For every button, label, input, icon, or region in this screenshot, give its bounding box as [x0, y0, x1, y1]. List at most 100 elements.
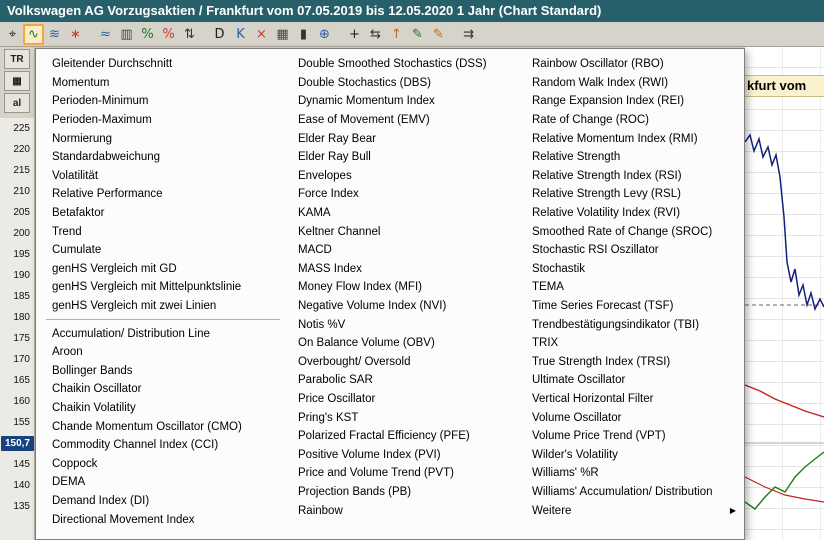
pan-tool-button[interactable]: ⇆: [365, 24, 386, 45]
menu-item[interactable]: MASS Index: [288, 260, 522, 279]
tr-tool-button[interactable]: TR: [4, 49, 30, 69]
menu-item[interactable]: Bollinger Bands: [42, 362, 288, 381]
menu-item[interactable]: Positive Volume Index (PVI): [288, 445, 522, 464]
menu-item[interactable]: Standardabweichung: [42, 148, 288, 167]
menu-item[interactable]: Vertical Horizontal Filter: [522, 390, 744, 409]
menu-item[interactable]: Weitere▶: [522, 501, 744, 520]
draw-trendline-button[interactable]: ✎: [407, 24, 428, 45]
menu-item[interactable]: Keltner Channel: [288, 222, 522, 241]
menu-item[interactable]: Money Flow Index (MFI): [288, 278, 522, 297]
menu-item[interactable]: Stochastic RSI Oszillator: [522, 241, 744, 260]
menu-item[interactable]: Relative Momentum Index (RMI): [522, 129, 744, 148]
menu-item[interactable]: Aroon: [42, 343, 288, 362]
menu-item[interactable]: Price Oscillator: [288, 390, 522, 409]
menu-item[interactable]: Projection Bands (PB): [288, 483, 522, 502]
menu-item[interactable]: Commodity Channel Index (CCI): [42, 436, 288, 455]
menu-item[interactable]: Force Index: [288, 185, 522, 204]
percent-loss-button[interactable]: %: [158, 24, 179, 45]
menu-item[interactable]: Dynamic Momentum Index: [288, 92, 522, 111]
menu-item[interactable]: Envelopes: [288, 167, 522, 186]
candle-view-button[interactable]: K: [230, 24, 251, 45]
chart-pointer-button[interactable]: ⌖: [2, 24, 23, 45]
menu-item[interactable]: Chande Momentum Oscillator (CMO): [42, 417, 288, 436]
parallel-lines-button[interactable]: ⇉: [458, 24, 479, 45]
menu-item[interactable]: Wilder's Volatility: [522, 445, 744, 464]
menu-item[interactable]: TRIX: [522, 334, 744, 353]
menu-item[interactable]: On Balance Volume (OBV): [288, 334, 522, 353]
pattern-marks-button[interactable]: ∗: [65, 24, 86, 45]
menu-item[interactable]: Elder Ray Bear: [288, 129, 522, 148]
menu-item[interactable]: Williams' Accumulation/ Distribution: [522, 483, 744, 502]
menu-item[interactable]: Double Smoothed Stochastics (DSS): [288, 55, 522, 74]
menu-item[interactable]: Chaikin Oscillator: [42, 380, 288, 399]
menu-item[interactable]: Smoothed Rate of Change (SROC): [522, 222, 744, 241]
menu-item[interactable]: Perioden-Maximum: [42, 111, 288, 130]
menu-item[interactable]: Negative Volume Index (NVI): [288, 297, 522, 316]
menu-item[interactable]: Ultimate Oscillator: [522, 371, 744, 390]
menu-item[interactable]: genHS Vergleich mit zwei Linien: [42, 297, 288, 316]
signal-tab-button[interactable]: al: [4, 93, 30, 113]
menu-item[interactable]: Volume Price Trend (VPT): [522, 427, 744, 446]
menu-item[interactable]: Demand Index (DI): [42, 492, 288, 511]
percent-gain-button[interactable]: %: [137, 24, 158, 45]
chart-canvas: [745, 47, 824, 540]
close-chart-button[interactable]: ×: [251, 24, 272, 45]
menu-item[interactable]: Random Walk Index (RWI): [522, 74, 744, 93]
menu-item[interactable]: Rainbow: [288, 501, 522, 520]
menu-item[interactable]: Double Stochastics (DBS): [288, 74, 522, 93]
menu-item[interactable]: Betafaktor: [42, 204, 288, 223]
menu-item[interactable]: Rate of Change (ROC): [522, 111, 744, 130]
menu-item[interactable]: Notis %V: [288, 315, 522, 334]
menu-item[interactable]: Chaikin Volatility: [42, 399, 288, 418]
menu-item[interactable]: Pring's KST: [288, 408, 522, 427]
menu-item[interactable]: Perioden-Minimum: [42, 92, 288, 111]
menu-item[interactable]: Price and Volume Trend (PVT): [288, 464, 522, 483]
menu-item[interactable]: Relative Performance: [42, 185, 288, 204]
indicator-compare-button[interactable]: ≋: [44, 24, 65, 45]
menu-item[interactable]: Cumulate: [42, 241, 288, 260]
menu-item[interactable]: Polarized Fractal Efficiency (PFE): [288, 427, 522, 446]
menu-item[interactable]: Relative Strength Levy (RSL): [522, 185, 744, 204]
daily-view-button[interactable]: D: [209, 24, 230, 45]
menu-item[interactable]: Williams' %R: [522, 464, 744, 483]
menu-item[interactable]: Volume Oscillator: [522, 408, 744, 427]
histogram-view-button[interactable]: ▥: [116, 24, 137, 45]
menu-item[interactable]: Overbought/ Oversold: [288, 353, 522, 372]
menu-item[interactable]: Rainbow Oscillator (RBO): [522, 55, 744, 74]
menu-item[interactable]: Range Expansion Index (REI): [522, 92, 744, 111]
menu-item[interactable]: Gleitender Durchschnitt: [42, 55, 288, 74]
sort-values-button[interactable]: ⇅: [179, 24, 200, 45]
menu-item[interactable]: Ease of Movement (EMV): [288, 111, 522, 130]
indicators-menu-button[interactable]: ∿: [23, 24, 44, 45]
grid-tool-button[interactable]: ▦: [4, 71, 30, 91]
menu-item[interactable]: Accumulation/ Distribution Line: [42, 324, 288, 343]
web-link-button[interactable]: ⊕: [314, 24, 335, 45]
menu-item[interactable]: DEMA: [42, 473, 288, 492]
menu-item[interactable]: Directional Movement Index: [42, 510, 288, 529]
menu-item[interactable]: Parabolic SAR: [288, 371, 522, 390]
menu-item[interactable]: Elder Ray Bull: [288, 148, 522, 167]
menu-item[interactable]: True Strength Index (TRSI): [522, 353, 744, 372]
menu-item[interactable]: MACD: [288, 241, 522, 260]
menu-item[interactable]: Trend: [42, 222, 288, 241]
menu-item[interactable]: Relative Volatility Index (RVI): [522, 204, 744, 223]
menu-item[interactable]: Time Series Forecast (TSF): [522, 297, 744, 316]
data-table-button[interactable]: ▦: [272, 24, 293, 45]
menu-item[interactable]: Trendbestätigungsindikator (TBI): [522, 315, 744, 334]
menu-item[interactable]: Relative Strength: [522, 148, 744, 167]
menu-item[interactable]: Stochastik: [522, 260, 744, 279]
menu-item[interactable]: Momentum: [42, 74, 288, 93]
crosshair-add-button[interactable]: +: [344, 24, 365, 45]
menu-item[interactable]: Relative Strength Index (RSI): [522, 167, 744, 186]
menu-item[interactable]: KAMA: [288, 204, 522, 223]
candlestick-mode-button[interactable]: ▮: [293, 24, 314, 45]
menu-item[interactable]: Normierung: [42, 129, 288, 148]
edit-drawing-button[interactable]: ✎: [428, 24, 449, 45]
menu-item[interactable]: TEMA: [522, 278, 744, 297]
menu-item[interactable]: Coppock: [42, 454, 288, 473]
menu-item[interactable]: genHS Vergleich mit GD: [42, 260, 288, 279]
raise-marker-button[interactable]: ↑: [386, 24, 407, 45]
menu-item[interactable]: genHS Vergleich mit Mittelpunktslinie: [42, 278, 288, 297]
wave-overlay-button[interactable]: ≈: [95, 24, 116, 45]
menu-item[interactable]: Volatilität: [42, 167, 288, 186]
